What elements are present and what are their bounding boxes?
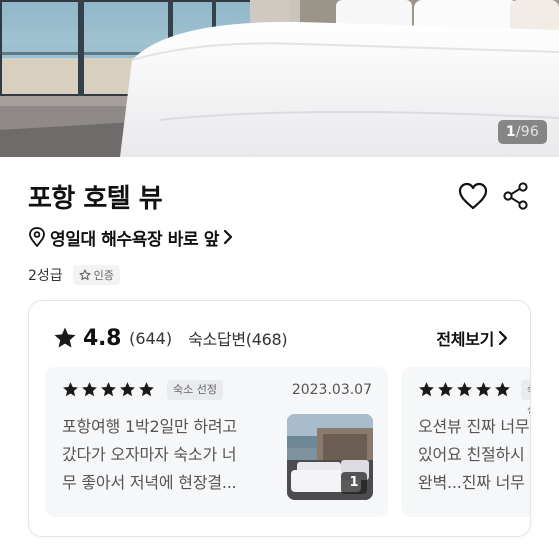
rating-row: 4.8 (644) 숙소답변(468) xyxy=(53,325,288,351)
location-link[interactable]: 영일대 해수욕장 바로 앞 xyxy=(28,225,233,250)
star-icon xyxy=(63,382,78,397)
photo-count-badge: 1 xyxy=(341,472,367,494)
chevron-right-icon xyxy=(223,229,233,245)
star-icon xyxy=(54,327,76,348)
hotel-grade: 2성급 xyxy=(28,268,63,284)
photo-counter: 1/96 xyxy=(497,120,547,144)
review-summary-card: 4.8 (644) 숙소답변(468) 전체보기 숙소 선정 2023.03.0… xyxy=(28,300,531,537)
grade-row: 2성급 인증 xyxy=(28,264,120,286)
star-icon xyxy=(457,382,472,397)
like-button[interactable] xyxy=(456,179,490,213)
share-button[interactable] xyxy=(499,179,533,213)
photo-index: 1 xyxy=(505,124,516,140)
hotel-name: 포항 호텔 뷰 xyxy=(28,184,163,214)
photo-total: /96 xyxy=(515,124,539,140)
star-icon xyxy=(139,382,154,397)
certified-label: 인증 xyxy=(93,269,114,282)
view-all-label: 전체보기 xyxy=(436,330,494,349)
certified-badge: 인증 xyxy=(72,265,120,285)
review-line: 완벽...진짜 너무 xyxy=(418,473,525,492)
share-icon xyxy=(503,182,528,210)
host-pick-badge: 숙소 선정 xyxy=(521,380,530,416)
rating-score: 4.8 xyxy=(83,325,122,351)
review-text: 포항여행 1박2일만 하려고 갔다가 오자마자 숙소가 너 무 좋아서 저녁에 … xyxy=(62,413,265,497)
review-date: 2023.03.07 xyxy=(291,382,372,398)
star-icon xyxy=(101,382,116,397)
review-line: 갔다가 오자마자 숙소가 너 xyxy=(62,445,237,464)
star-icon xyxy=(476,382,491,397)
review-text: 오션뷰 진짜 너무 있어요 친절하시 완벽...진짜 너무 xyxy=(418,413,530,497)
hotel-room-photo xyxy=(0,0,559,157)
star-icon xyxy=(120,382,135,397)
chevron-right-icon xyxy=(498,330,508,346)
review-line: 오션뷰 진짜 너무 xyxy=(418,417,530,436)
hero-image-carousel[interactable]: 1/96 xyxy=(0,0,559,157)
review-item[interactable]: 숙소 선정 오션뷰 진짜 너무 있어요 친절하시 완벽...진짜 너무 xyxy=(401,367,530,517)
review-count: (644) xyxy=(129,328,173,348)
star-icon xyxy=(419,382,434,397)
review-line: 있어요 친절하시 xyxy=(418,445,525,464)
host-pick-badge: 숙소 선정 xyxy=(167,380,223,400)
view-all-reviews-link[interactable]: 전체보기 xyxy=(436,327,508,349)
location-pin-icon xyxy=(29,227,45,247)
star-icon xyxy=(495,382,510,397)
star-icon xyxy=(438,382,453,397)
review-item[interactable]: 숙소 선정 2023.03.07 포항여행 1박2일만 하려고 갔다가 오자마자… xyxy=(45,367,388,517)
review-stars xyxy=(418,381,511,398)
review-line: 포항여행 1박2일만 하려고 xyxy=(62,417,237,436)
review-stars xyxy=(62,381,155,398)
review-photo-thumbnail[interactable]: 1 xyxy=(287,414,373,500)
star-icon xyxy=(82,382,97,397)
star-outline-icon xyxy=(79,269,91,281)
host-reply-count: 숙소답변(468) xyxy=(188,330,288,349)
review-line: 무 좋아서 저녁에 현장결... xyxy=(62,473,237,492)
location-text: 영일대 해수욕장 바로 앞 xyxy=(50,229,219,250)
heart-icon xyxy=(458,182,488,210)
